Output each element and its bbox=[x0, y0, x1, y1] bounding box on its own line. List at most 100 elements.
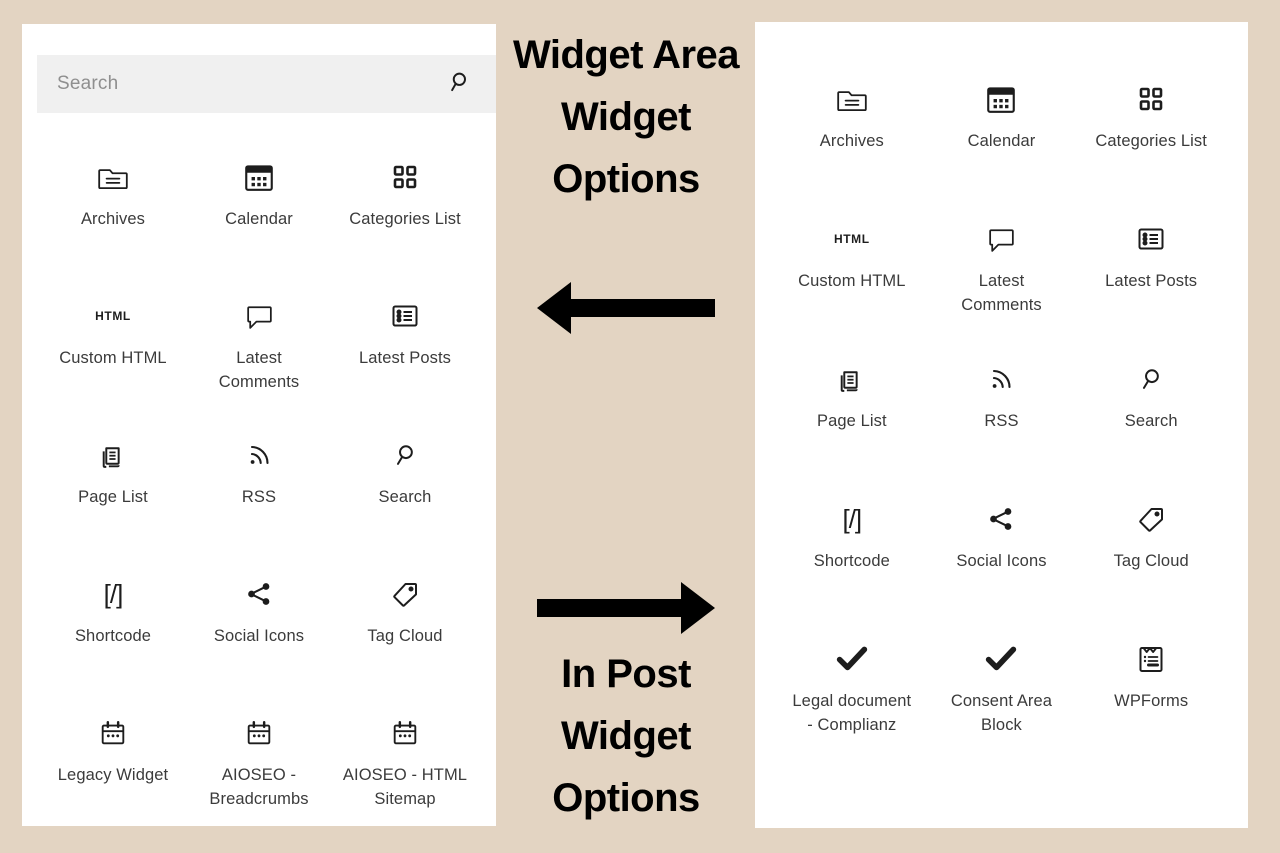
tag-icon bbox=[389, 571, 421, 617]
widget-label: Categories List bbox=[1095, 132, 1207, 150]
widget-label: Shortcode bbox=[74, 627, 152, 645]
widget-label: Calendar bbox=[967, 132, 1036, 150]
widget-label: Latest Posts bbox=[1105, 272, 1198, 290]
widget-cell[interactable]: Search bbox=[332, 406, 478, 545]
legacy-calendar-icon bbox=[390, 710, 420, 756]
legacy-calendar-icon bbox=[98, 710, 128, 756]
widget-area-panel: Search Archives Calendar Categories List HT… bbox=[22, 24, 496, 826]
in-post-heading: In Post Widget Options bbox=[552, 652, 700, 820]
widget-cell[interactable]: Consent Area Block bbox=[927, 614, 1077, 754]
widget-label: Legal document - Complianz bbox=[792, 692, 912, 734]
widget-cell[interactable]: Calendar bbox=[927, 54, 1077, 194]
widget-label: RSS bbox=[241, 488, 277, 506]
widget-cell[interactable]: Legacy Widget bbox=[40, 684, 186, 823]
list-view-icon bbox=[389, 293, 421, 339]
html-text-icon: HTML bbox=[833, 232, 870, 246]
shortcode-icon: [/] bbox=[842, 503, 862, 534]
in-post-panel: Archives Calendar Categories List HTML Custo… bbox=[755, 22, 1248, 828]
widget-cell[interactable]: AIOSEO - Breadcrumbs bbox=[186, 684, 332, 823]
widget-label: Shortcode bbox=[813, 552, 890, 570]
widget-label: Archives bbox=[80, 210, 146, 228]
arrow-left-icon bbox=[500, 282, 752, 334]
widget-area-heading: Widget Area Widget Options bbox=[512, 33, 740, 201]
arrow-right-icon bbox=[500, 582, 752, 634]
widget-label: Latest Comments bbox=[218, 349, 300, 391]
widget-label: Archives bbox=[819, 132, 884, 150]
search-icon bbox=[390, 432, 420, 478]
widget-cell[interactable]: Social Icons bbox=[186, 545, 332, 684]
widget-label: Search bbox=[378, 488, 432, 506]
widget-label: RSS bbox=[984, 412, 1019, 430]
in-post-grid: Archives Calendar Categories List HTML Custo… bbox=[755, 54, 1248, 754]
legacy-calendar-icon bbox=[244, 710, 274, 756]
widget-cell[interactable]: Categories List bbox=[332, 128, 478, 267]
widget-label: Tag Cloud bbox=[367, 627, 443, 645]
widget-label: Page List bbox=[78, 488, 148, 506]
widget-label: AIOSEO - HTML Sitemap bbox=[342, 766, 468, 808]
list-view-icon bbox=[1135, 216, 1167, 262]
widget-label: Custom HTML bbox=[798, 272, 906, 290]
rss-icon bbox=[985, 356, 1017, 402]
clipboard-form-icon bbox=[1135, 636, 1167, 682]
search-icon bbox=[1136, 356, 1166, 402]
widget-cell[interactable]: [/] Shortcode bbox=[777, 474, 927, 614]
calendar-icon bbox=[242, 154, 276, 200]
widget-label: Search bbox=[1124, 412, 1178, 430]
widget-cell[interactable]: Legal document - Complianz bbox=[777, 614, 927, 754]
search-input[interactable]: Search bbox=[57, 73, 448, 95]
widget-cell[interactable]: Social Icons bbox=[927, 474, 1077, 614]
widget-cell[interactable]: Page List bbox=[40, 406, 186, 545]
widget-cell[interactable]: WPForms bbox=[1076, 614, 1226, 754]
widget-cell[interactable]: HTML Custom HTML bbox=[777, 194, 927, 334]
widget-label: Categories List bbox=[349, 210, 461, 228]
widget-cell[interactable]: Latest Posts bbox=[332, 267, 478, 406]
widget-cell[interactable]: Calendar bbox=[186, 128, 332, 267]
grid-squares-icon bbox=[1135, 76, 1167, 122]
folder-archive-icon bbox=[96, 154, 130, 200]
widget-label: AIOSEO - Breadcrumbs bbox=[209, 766, 309, 808]
widget-label: Latest Posts bbox=[359, 349, 451, 367]
widget-cell[interactable]: RSS bbox=[927, 334, 1077, 474]
widget-label: Legacy Widget bbox=[57, 766, 169, 784]
widget-cell[interactable]: Categories List bbox=[1076, 54, 1226, 194]
widget-label: Custom HTML bbox=[59, 349, 167, 367]
folder-archive-icon bbox=[835, 76, 869, 122]
page-list-icon bbox=[97, 432, 130, 478]
widget-label: Consent Area Block bbox=[950, 692, 1053, 734]
widget-cell[interactable]: HTML Custom HTML bbox=[40, 267, 186, 406]
widget-cell[interactable]: RSS bbox=[186, 406, 332, 545]
widget-cell[interactable]: Search bbox=[1076, 334, 1226, 474]
calendar-icon bbox=[984, 76, 1018, 122]
tag-icon bbox=[1135, 496, 1167, 542]
widget-cell[interactable]: Tag Cloud bbox=[1076, 474, 1226, 614]
widget-cell[interactable]: Page List bbox=[777, 334, 927, 474]
widget-label: Latest Comments bbox=[961, 272, 1042, 314]
page-list-icon bbox=[835, 356, 868, 402]
widget-label: Social Icons bbox=[213, 627, 305, 645]
widget-cell[interactable]: Latest Comments bbox=[186, 267, 332, 406]
checkmark-icon bbox=[834, 636, 870, 682]
widget-cell[interactable]: Archives bbox=[40, 128, 186, 267]
widget-cell[interactable]: Archives bbox=[777, 54, 927, 194]
center-annotation-column: Widget Area Widget Options In Post Widge… bbox=[500, 0, 752, 853]
widget-cell[interactable]: Latest Comments bbox=[927, 194, 1077, 334]
widget-label: Social Icons bbox=[956, 552, 1047, 570]
checkmark-icon bbox=[983, 636, 1019, 682]
widget-cell[interactable]: AIOSEO - HTML Sitemap bbox=[332, 684, 478, 823]
comment-bubble-icon bbox=[985, 216, 1018, 262]
search-icon[interactable] bbox=[448, 69, 474, 100]
widget-cell[interactable]: Tag Cloud bbox=[332, 545, 478, 684]
widget-label: Calendar bbox=[225, 210, 293, 228]
widget-label: Tag Cloud bbox=[1113, 552, 1189, 570]
widget-area-grid: Archives Calendar Categories List HTML Custo… bbox=[22, 128, 496, 823]
rss-icon bbox=[243, 432, 275, 478]
comment-bubble-icon bbox=[243, 293, 276, 339]
share-icon bbox=[985, 496, 1017, 542]
shortcode-icon: [/] bbox=[103, 578, 124, 609]
widget-label: Page List bbox=[816, 412, 887, 430]
html-text-icon: HTML bbox=[95, 309, 131, 323]
widget-cell[interactable]: Latest Posts bbox=[1076, 194, 1226, 334]
widget-label: WPForms bbox=[1114, 692, 1189, 710]
search-bar[interactable]: Search bbox=[37, 55, 496, 113]
widget-cell[interactable]: [/] Shortcode bbox=[40, 545, 186, 684]
